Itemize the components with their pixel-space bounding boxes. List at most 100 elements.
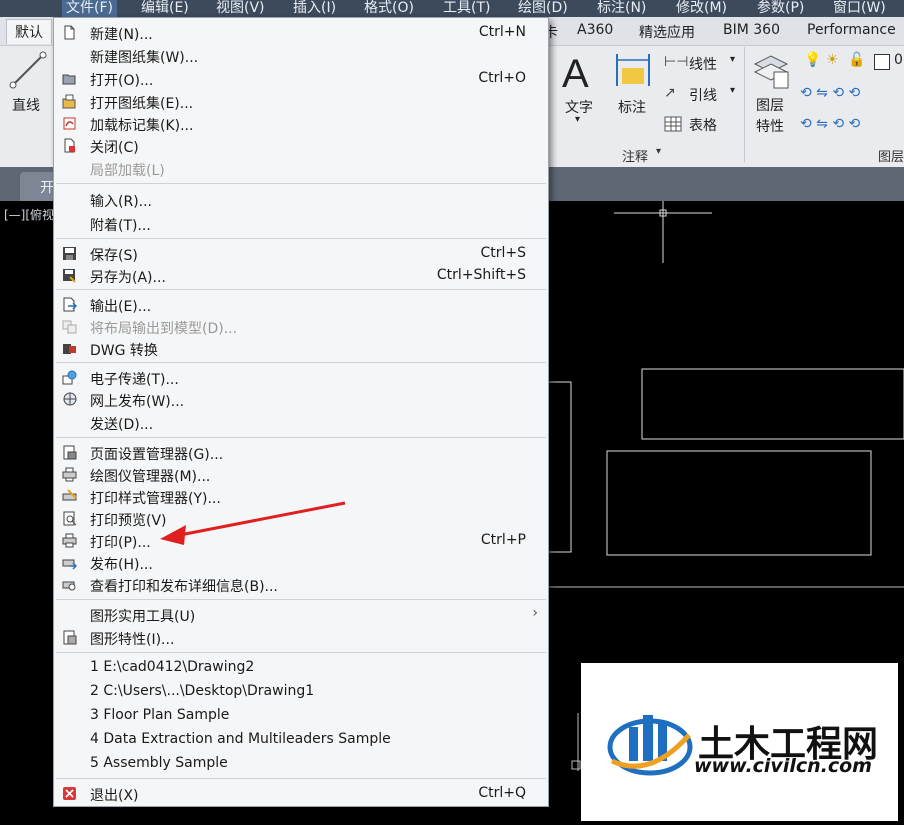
menu-item-open[interactable]: 打开(O)... Ctrl+O [54,68,548,90]
menu-item-attach[interactable]: 附着(T)... [54,213,548,235]
menubar-tools[interactable]: 工具(T) [443,0,490,17]
menu-item-etransmit[interactable]: 电子传递(T)... [54,367,548,389]
menu-item-recent-1[interactable]: 1 E:\cad0412\Drawing2 [54,657,548,679]
menu-item-recent-3[interactable]: 3 Floor Plan Sample [54,705,548,727]
line-tool-label: 直线 [12,98,40,114]
layer-name-partial: 0 [894,52,903,68]
layer-tool-icon[interactable]: ⟲ ⇋ ⟲ ⟲ [800,85,860,101]
menu-item-label: 电子传递(T)... [90,372,179,388]
text-tool-icon[interactable]: A [562,52,589,97]
menu-item-recent-5[interactable]: 5 Assembly Sample [54,753,548,775]
menu-item-label: 发布(H)... [90,557,153,573]
menubar-parametric[interactable]: 参数(P) [757,0,804,17]
menu-item-publish[interactable]: 发布(H)... [54,552,548,574]
menu-separator [56,599,546,600]
menu-item-publish-web[interactable]: 网上发布(W)... [54,389,548,411]
menubar-modify[interactable]: 修改(M) [676,0,727,17]
table-icon [664,116,682,132]
menubar-insert[interactable]: 插入(I) [293,0,336,17]
menu-separator [56,289,546,290]
save-icon [63,247,76,260]
menu-item-open-sheet-set[interactable]: 打开图纸集(E)... [54,91,548,113]
menu-item-save-as[interactable]: 另存为(A)... Ctrl+Shift+S [54,265,548,287]
layer-panel-title[interactable]: 图层 [878,146,904,165]
dimension-tool-icon[interactable] [614,50,652,90]
layer-color-swatch[interactable] [874,54,890,70]
menu-item-recent-4[interactable]: 4 Data Extraction and Multileaders Sampl… [54,729,548,751]
menu-separator [56,362,546,363]
menu-item-new[interactable]: 新建(N)... Ctrl+N [54,22,548,44]
layer-tool-icon[interactable]: ⟲ ⇋ ⟲ ⟲ [800,116,860,132]
table-label[interactable]: 表格 [689,115,717,135]
layer-lock-icon[interactable]: 🔓 [848,52,865,68]
plot-style-icon [62,489,77,501]
menu-item-shortcut: Ctrl+S [480,245,526,261]
layer-freeze-icon[interactable]: ☀ [826,52,839,68]
menu-item-label: 打印(P)... [90,535,151,551]
page-setup-icon [63,445,77,460]
submenu-arrow-icon: › [532,605,538,621]
linear-dropdown-icon[interactable]: ▾ [730,54,735,65]
menu-item-recent-2[interactable]: 2 C:\Users\...\Desktop\Drawing1 [54,681,548,703]
menu-item-page-setup[interactable]: 页面设置管理器(G)... [54,442,548,464]
annotation-panel-title[interactable]: 注释 [622,146,648,165]
menu-bar: 文件(F) 编辑(E) 视图(V) 插入(I) 格式(O) 工具(T) 绘图(D… [0,0,904,17]
ribbon-tab-a360[interactable]: A360 [577,22,613,38]
export-layout-icon [62,320,77,334]
menubar-view[interactable]: 视图(V) [216,0,265,17]
menubar-file[interactable]: 文件(F) [62,0,117,17]
menubar-edit[interactable]: 编辑(E) [141,0,189,17]
menu-item-shortcut: Ctrl+Q [478,785,526,801]
line-tool-icon[interactable] [8,50,48,90]
save-as-icon [63,269,76,283]
ribbon-tab-featured-apps[interactable]: 精选应用 [639,22,695,42]
linear-dim-label[interactable]: 线性 [689,54,717,74]
leader-label[interactable]: 引线 [689,85,717,105]
plot-details-icon [62,581,76,591]
menu-item-send[interactable]: 发送(D)... [54,412,548,434]
annotation-arrow-icon [160,501,346,545]
menu-item-exit[interactable]: 退出(X) Ctrl+Q [54,783,548,805]
layer-on-icon[interactable]: 💡 [804,52,821,68]
menu-item-load-markup[interactable]: 加载标记集(K)... [54,113,548,135]
menu-item-drawing-properties[interactable]: 图形特性(I)... [54,627,548,649]
ribbon-tab-bim360[interactable]: BIM 360 [723,22,780,38]
menu-item-plot-details[interactable]: 查看打印和发布详细信息(B)... [54,574,548,596]
watermark: 土木工程网 www.civilcn.com [581,663,898,821]
menu-item-label: 局部加载(L) [90,163,165,179]
menu-item-drawing-utilities[interactable]: 图形实用工具(U) › [54,604,548,626]
markup-set-icon [63,117,76,130]
close-file-icon [64,138,75,153]
publish-web-icon [63,392,77,406]
layer-properties-label-2: 特性 [756,119,784,135]
menu-item-dwg-convert[interactable]: DWG 转换 [54,338,548,360]
dwg-convert-icon [63,344,76,354]
open-sheet-set-icon [62,94,76,109]
menu-item-label: 输入(R)... [90,194,153,210]
menubar-format[interactable]: 格式(O) [364,0,414,17]
menu-separator [56,238,546,239]
menubar-dimension[interactable]: 标注(N) [597,0,646,17]
panel-divider [744,47,745,162]
ribbon-tab-default[interactable]: 默认 [6,19,52,44]
menu-item-save[interactable]: 保存(S) Ctrl+S [54,243,548,265]
menu-item-close[interactable]: 关闭(C) [54,135,548,157]
menu-item-plotter-manager[interactable]: 绘图仪管理器(M)... [54,464,548,486]
menubar-draw[interactable]: 绘图(D) [518,0,568,17]
menu-item-label: 4 Data Extraction and Multileaders Sampl… [90,731,391,747]
menu-item-shortcut: Ctrl+O [478,70,526,86]
menu-item-import[interactable]: 输入(R)... [54,189,548,211]
menu-item-new-sheet-set[interactable]: 新建图纸集(W)... [54,45,548,67]
text-tool-dropdown-icon[interactable]: ▾ [575,114,580,125]
menu-item-label: 2 C:\Users\...\Desktop\Drawing1 [90,683,315,699]
publish-icon [62,559,77,570]
layer-properties-icon[interactable] [752,50,790,90]
menu-item-label: 新建(N)... [90,27,153,43]
menu-item-export[interactable]: 输出(E)... [54,294,548,316]
annotation-panel-dropdown-icon[interactable]: ▾ [656,146,661,157]
linear-dim-icon: ⊢⊣ [664,54,689,70]
ribbon-tab-performance[interactable]: Performance [807,22,896,38]
menu-item-label: DWG 转换 [90,343,158,359]
leader-dropdown-icon[interactable]: ▾ [730,85,735,96]
menubar-window[interactable]: 窗口(W) [833,0,886,17]
